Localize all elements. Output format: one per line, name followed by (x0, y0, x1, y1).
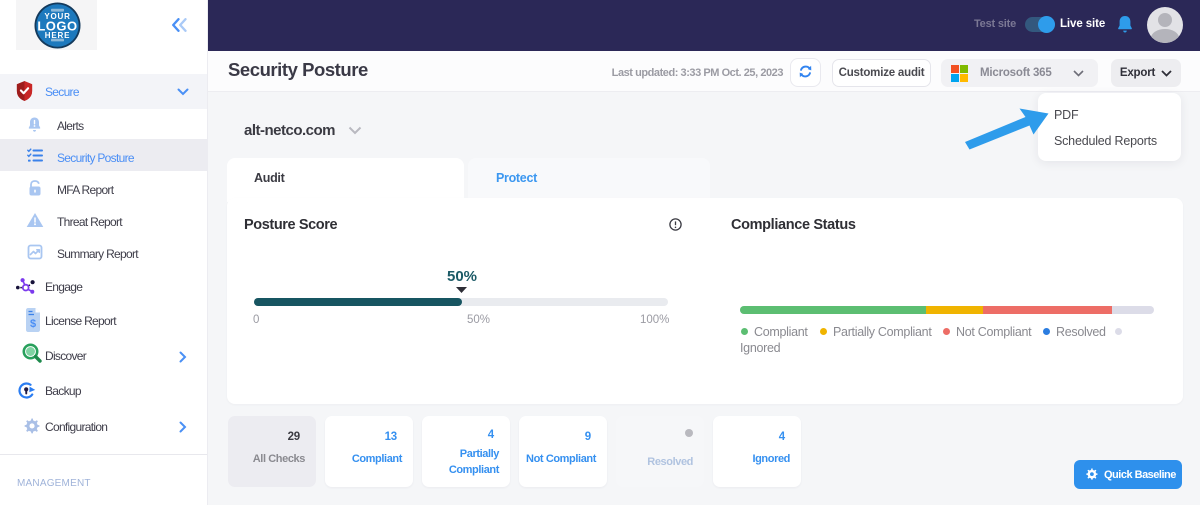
svg-text:HERE: HERE (45, 31, 70, 40)
svg-text:$: $ (30, 318, 36, 330)
